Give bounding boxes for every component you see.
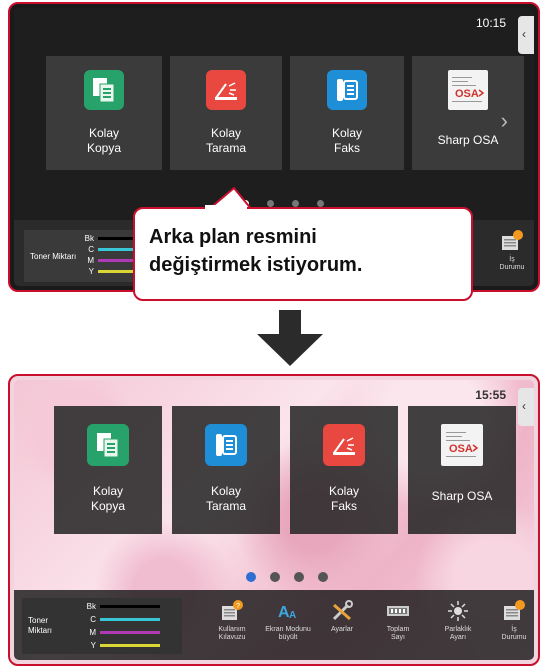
- fax-icon: [205, 424, 247, 466]
- scan-icon: [323, 424, 365, 466]
- home-screen-after: 15:55 ‹ Kolay Kopya Kolay Tarama Kolay Faks…: [14, 380, 534, 660]
- user-guide-button[interactable]: ? Kullanım Kılavuzu: [204, 596, 260, 654]
- svg-text:A: A: [289, 610, 296, 621]
- page-dot[interactable]: [292, 200, 299, 207]
- copy-icon: [84, 70, 124, 110]
- counter-icon: [387, 600, 409, 622]
- clock: 10:15: [475, 16, 506, 30]
- tile-label: Kolay Kopya: [90, 484, 126, 513]
- job-status-button[interactable]: İş Durumu: [486, 596, 534, 654]
- chevron-left-icon: ‹: [522, 399, 526, 413]
- brightness-button[interactable]: Parlaklık Ayarı: [430, 596, 486, 654]
- page-dot[interactable]: [318, 572, 328, 582]
- tile-label: Kolay Kopya: [86, 126, 122, 155]
- tile-label: Sharp OSA: [437, 133, 499, 147]
- toner-row-black: Bk: [84, 600, 160, 613]
- tile-easy-copy[interactable]: Kolay Kopya: [46, 56, 162, 170]
- tile-easy-copy[interactable]: Kolay Kopya: [54, 406, 162, 534]
- text-size-icon: AA: [277, 600, 299, 622]
- job-status-icon: [503, 600, 525, 622]
- tile-label: Sharp OSA: [431, 489, 493, 503]
- manual-icon: ?: [221, 600, 243, 622]
- clock: 15:55: [475, 388, 506, 402]
- total-count-button[interactable]: Toplam Sayı: [370, 596, 426, 654]
- page-dot[interactable]: [270, 572, 280, 582]
- bottom-bar: Toner Miktarı Bk C M Y ? Kullanım Kılavuzu…: [14, 590, 534, 660]
- job-status-button[interactable]: İş Durumu: [484, 226, 534, 284]
- svg-text:OSA: OSA: [449, 443, 473, 455]
- tile-easy-scan[interactable]: Kolay Tarama: [170, 56, 282, 170]
- copy-icon: [87, 424, 129, 466]
- zoom-screen-button[interactable]: AA Ekran Modunu büyült: [260, 596, 316, 654]
- page-indicator: [246, 572, 328, 582]
- toner-row-cyan: C: [84, 613, 160, 626]
- osa-icon: OSA: [448, 70, 488, 110]
- after-screen-frame: 15:55 ‹ Kolay Kopya Kolay Tarama Kolay Faks…: [8, 374, 540, 666]
- fax-icon: [327, 70, 367, 110]
- side-panel-tab[interactable]: ‹: [518, 388, 534, 426]
- page-dot-active[interactable]: [246, 572, 256, 582]
- tile-label: Kolay Faks: [331, 126, 363, 155]
- tile-label: Kolay Faks: [328, 484, 360, 513]
- next-page-arrow-icon[interactable]: ›: [501, 108, 508, 134]
- osa-icon: OSA: [441, 424, 483, 466]
- tile-label: Kolay Tarama: [205, 126, 246, 155]
- callout-line-1: Arka plan resmini: [149, 226, 317, 248]
- chevron-left-icon: ‹: [522, 27, 526, 41]
- tile-label: Kolay Tarama: [205, 484, 246, 513]
- job-status-icon: [501, 230, 523, 252]
- tile-sharp-osa[interactable]: OSA Sharp OSA: [408, 406, 516, 534]
- toner-row-magenta: M: [84, 626, 160, 639]
- tools-icon: [331, 600, 353, 622]
- svg-text:OSA: OSA: [455, 88, 479, 100]
- scan-icon: [206, 70, 246, 110]
- toner-label: Toner Miktarı: [28, 616, 52, 635]
- page-dot[interactable]: [267, 200, 274, 207]
- settings-button[interactable]: Ayarlar: [314, 596, 370, 654]
- callout-line-2: değiştirmek istiyorum.: [149, 254, 363, 276]
- tile-easy-fax[interactable]: Kolay Faks: [290, 406, 398, 534]
- brightness-icon: [447, 600, 469, 622]
- page-dot[interactable]: [317, 200, 324, 207]
- toner-gauge[interactable]: Toner Miktarı Bk C M Y: [22, 598, 182, 654]
- tile-easy-fax[interactable]: Kolay Faks: [290, 56, 404, 170]
- toner-label: Toner Miktarı: [30, 252, 77, 261]
- callout-tail-cover: [205, 205, 247, 211]
- svg-text:?: ?: [236, 603, 240, 610]
- callout-bubble: Arka plan resmini değiştirmek istiyorum.: [133, 207, 473, 301]
- page-dot[interactable]: [294, 572, 304, 582]
- down-arrow-icon: [257, 310, 323, 366]
- side-panel-tab[interactable]: ‹: [518, 16, 534, 54]
- toner-row-yellow: Y: [84, 639, 160, 652]
- tile-easy-scan[interactable]: Kolay Tarama: [172, 406, 280, 534]
